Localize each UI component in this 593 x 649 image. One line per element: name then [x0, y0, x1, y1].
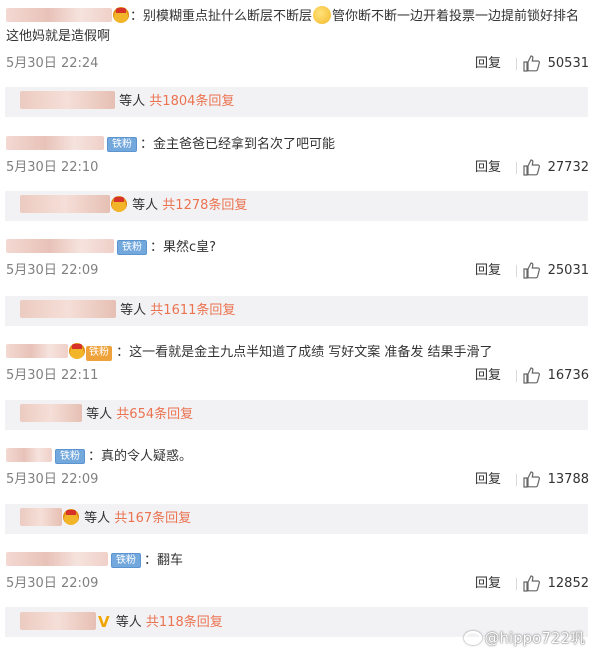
- sub-replies-total[interactable]: 共1278条回复: [162, 198, 247, 213]
- blurred-username: [20, 195, 110, 213]
- sub-replies-prefix: 等人: [119, 94, 146, 109]
- comment-text: ：真的令人疑惑。: [88, 449, 193, 464]
- sub-replies-prefix: 等人: [120, 303, 147, 318]
- blurred-username[interactable]: [6, 136, 104, 150]
- sub-replies-prefix: 等人: [132, 198, 159, 213]
- divider: [516, 162, 517, 174]
- blurred-username[interactable]: [6, 552, 108, 566]
- like-button[interactable]: 50531: [523, 54, 589, 74]
- blurred-username[interactable]: [6, 344, 68, 358]
- comment-text: ：这一看就是金主九点半知道了成绩 写好文案 准备发 结果手滑了: [116, 345, 493, 360]
- comment-text: ：金主爸爸已经拿到名次了吧可能: [140, 137, 336, 152]
- comment-body: 铁粉 ：翻车: [6, 551, 587, 571]
- reply-button[interactable]: 回复: [475, 470, 501, 490]
- sub-replies-total[interactable]: 共1611条回复: [150, 303, 235, 318]
- reply-button[interactable]: 回复: [475, 574, 501, 594]
- comment-time: 5月30日 22:09: [6, 472, 99, 487]
- divider: [516, 578, 517, 590]
- sub-replies-total[interactable]: 共118条回复: [146, 615, 223, 630]
- comment-meta: 5月30日 22:09 回复 12852: [6, 574, 589, 594]
- reply-button[interactable]: 回复: [475, 261, 501, 281]
- sub-replies-prefix: 等人: [115, 615, 142, 630]
- comment-meta: 5月30日 22:10 回复 27732: [6, 158, 589, 178]
- thumbs-up-icon: [523, 262, 540, 279]
- comment-time: 5月30日 22:11: [6, 368, 99, 383]
- like-count: 25031: [547, 263, 589, 278]
- blurred-username: [20, 404, 82, 422]
- fan-badge: 铁粉: [111, 553, 141, 568]
- comment-meta: 5月30日 22:24 回复 50531: [6, 54, 589, 74]
- divider: [516, 58, 517, 70]
- comment-body: ：别模糊重点扯什么断层不断层 管你断不断一边开着投票一边提前锁好排名这他妈就是造假…: [6, 6, 587, 47]
- like-button[interactable]: 16736: [523, 366, 589, 386]
- verified-v-icon: V: [98, 613, 110, 631]
- sub-replies[interactable]: 等人 共1804条回复: [5, 87, 588, 117]
- sub-replies[interactable]: 等人 共167条回复: [5, 504, 588, 534]
- crown-badge-icon: [111, 196, 127, 212]
- comment-time: 5月30日 22:09: [6, 576, 99, 591]
- like-count: 13788: [547, 472, 589, 487]
- blurred-username[interactable]: [6, 239, 114, 253]
- reply-button[interactable]: 回复: [475, 54, 501, 74]
- fan-badge: 铁粉: [107, 137, 137, 152]
- reply-button[interactable]: 回复: [475, 366, 501, 386]
- comment-meta: 5月30日 22:09 回复 25031: [6, 261, 589, 281]
- comment-text: ：翻车: [144, 553, 184, 568]
- thumbs-up-icon: [523, 159, 540, 176]
- blurred-username: [20, 91, 115, 109]
- comment-body: 铁粉 ：这一看就是金主九点半知道了成绩 写好文案 准备发 结果手滑了: [6, 343, 587, 363]
- comment-text: ：别模糊重点扯什么断层不断层: [130, 9, 313, 24]
- comment-body: 铁粉 ：果然c皇?: [6, 238, 587, 258]
- thinking-emoji-icon: [313, 6, 332, 24]
- thumbs-up-icon: [523, 471, 540, 488]
- comment-time: 5月30日 22:24: [6, 56, 99, 71]
- sub-replies[interactable]: 等人 共1611条回复: [5, 296, 588, 326]
- like-count: 50531: [547, 56, 589, 71]
- thumbs-up-icon: [523, 575, 540, 592]
- like-button[interactable]: 27732: [523, 158, 589, 178]
- like-button[interactable]: 25031: [523, 261, 589, 281]
- crown-badge-icon: [113, 7, 129, 23]
- sub-replies-prefix: 等人: [84, 511, 111, 526]
- divider: [516, 474, 517, 486]
- watermark: @hippo722巩: [464, 627, 585, 649]
- reply-button[interactable]: 回复: [475, 158, 501, 178]
- comment-text: ：果然c皇?: [150, 240, 217, 255]
- like-count: 16736: [547, 368, 589, 383]
- watermark-text: @hippo722巩: [484, 629, 585, 647]
- comment-body: 铁粉 ：金主爸爸已经拿到名次了吧可能: [6, 135, 587, 155]
- blurred-username[interactable]: [6, 448, 52, 462]
- like-button[interactable]: 13788: [523, 470, 589, 490]
- like-count: 12852: [547, 576, 589, 591]
- weibo-logo-icon: [464, 631, 483, 645]
- comment-meta: 5月30日 22:09 回复 13788: [6, 470, 589, 490]
- sub-replies-total[interactable]: 共654条回复: [116, 407, 193, 422]
- comment-time: 5月30日 22:10: [6, 160, 99, 175]
- thumbs-up-icon: [523, 55, 540, 72]
- comment-time: 5月30日 22:09: [6, 263, 99, 278]
- blurred-username: [20, 508, 62, 526]
- like-count: 27732: [547, 160, 589, 175]
- blurred-username[interactable]: [6, 8, 112, 22]
- comment-meta: 5月30日 22:11 回复 16736: [6, 366, 589, 386]
- divider: [516, 265, 517, 277]
- fan-badge: 铁粉: [117, 240, 147, 255]
- sub-replies[interactable]: 等人 共654条回复: [5, 400, 588, 430]
- thumbs-up-icon: [523, 367, 540, 384]
- sub-replies-total[interactable]: 共1804条回复: [149, 94, 234, 109]
- crown-badge-icon: [69, 343, 85, 359]
- sub-replies[interactable]: 等人 共1278条回复: [5, 191, 588, 221]
- like-button[interactable]: 12852: [523, 574, 589, 594]
- comment-body: 铁粉 ：真的令人疑惑。: [6, 447, 587, 467]
- blurred-username: [20, 612, 96, 630]
- fan-badge: 铁粉: [55, 449, 85, 464]
- sub-replies-prefix: 等人: [86, 407, 113, 422]
- crown-badge-icon: [63, 509, 79, 525]
- sub-replies-total[interactable]: 共167条回复: [114, 511, 191, 526]
- blurred-username: [20, 300, 116, 318]
- fan-badge: 铁粉: [86, 346, 112, 361]
- divider: [516, 370, 517, 382]
